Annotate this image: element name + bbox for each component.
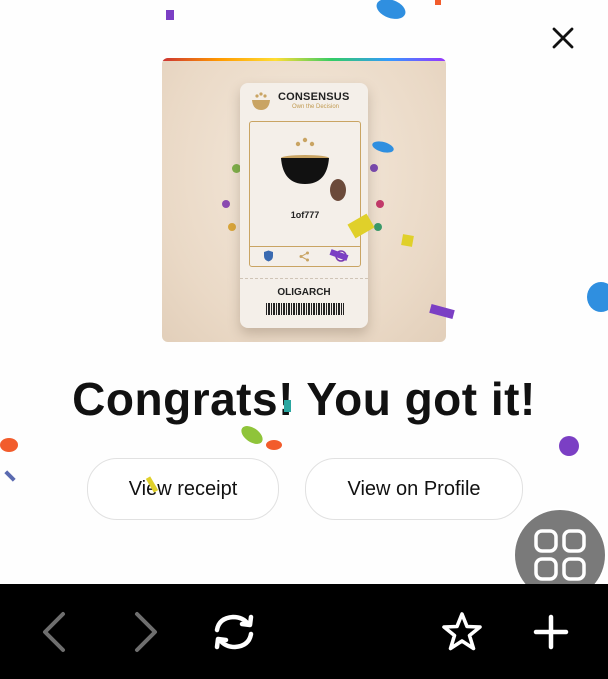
rainbow-strip	[162, 58, 446, 61]
forward-button[interactable]	[118, 604, 174, 660]
black-bowl-icon	[281, 137, 346, 201]
bookmark-button[interactable]	[434, 604, 490, 660]
ticket-card: CONSENSUS Own the Decision 1of777 OLIGAR…	[240, 83, 368, 328]
collectible-ticket-image: CONSENSUS Own the Decision 1of777 OLIGAR…	[162, 58, 446, 342]
confetti-piece	[4, 470, 16, 482]
confetti-piece	[266, 440, 282, 450]
back-button[interactable]	[26, 604, 82, 660]
refresh-icon	[214, 614, 254, 650]
chevron-right-icon	[135, 612, 157, 652]
congrats-heading: Congrats! You got it!	[72, 373, 536, 425]
confetti-piece	[587, 282, 608, 312]
screen: CONSENSUS Own the Decision 1of777 OLIGAR…	[0, 0, 608, 679]
confetti-piece	[0, 438, 18, 452]
barcode	[266, 303, 344, 315]
candy-decoration	[222, 200, 230, 208]
view-receipt-label: View receipt	[128, 477, 238, 500]
confetti-piece	[401, 234, 414, 247]
ticket-divider	[250, 246, 360, 247]
share-icon	[299, 251, 309, 261]
apps-grid-icon	[534, 529, 586, 581]
confetti-piece	[559, 436, 579, 456]
ticket-serial: 1of777	[290, 210, 320, 220]
view-receipt-button[interactable]: View receipt	[87, 458, 279, 520]
refresh-button[interactable]	[206, 604, 262, 660]
confetti-piece	[238, 422, 266, 448]
confetti-piece	[435, 0, 441, 5]
view-on-profile-label: View on Profile	[347, 477, 481, 500]
ticket-brand: CONSENSUS	[278, 91, 350, 103]
ticket-tagline: Own the Decision	[292, 104, 340, 110]
bowl-logo-icon	[252, 92, 270, 110]
shield-icon	[263, 250, 273, 262]
candy-decoration	[374, 223, 382, 231]
close-button[interactable]	[547, 22, 579, 54]
browser-toolbar	[0, 584, 608, 679]
candy-decoration	[228, 223, 236, 231]
chevron-left-icon	[43, 612, 65, 652]
close-icon	[552, 27, 574, 49]
congrats-dialog: CONSENSUS Own the Decision 1of777 OLIGAR…	[0, 0, 608, 584]
ticket-frame: 1of777	[249, 121, 361, 267]
star-icon	[442, 612, 482, 651]
candy-decoration	[370, 164, 378, 172]
candy-decoration	[376, 200, 384, 208]
confetti-piece	[373, 0, 409, 23]
ticket-stub-title: OLIGARCH	[277, 287, 331, 298]
ticket-header: CONSENSUS Own the Decision	[250, 91, 362, 113]
confetti-piece	[284, 400, 291, 412]
ticket-stub: OLIGARCH	[240, 278, 368, 329]
new-tab-button[interactable]	[523, 604, 579, 660]
view-on-profile-button[interactable]: View on Profile	[305, 458, 523, 520]
plus-icon	[533, 614, 569, 650]
confetti-piece	[166, 10, 174, 20]
